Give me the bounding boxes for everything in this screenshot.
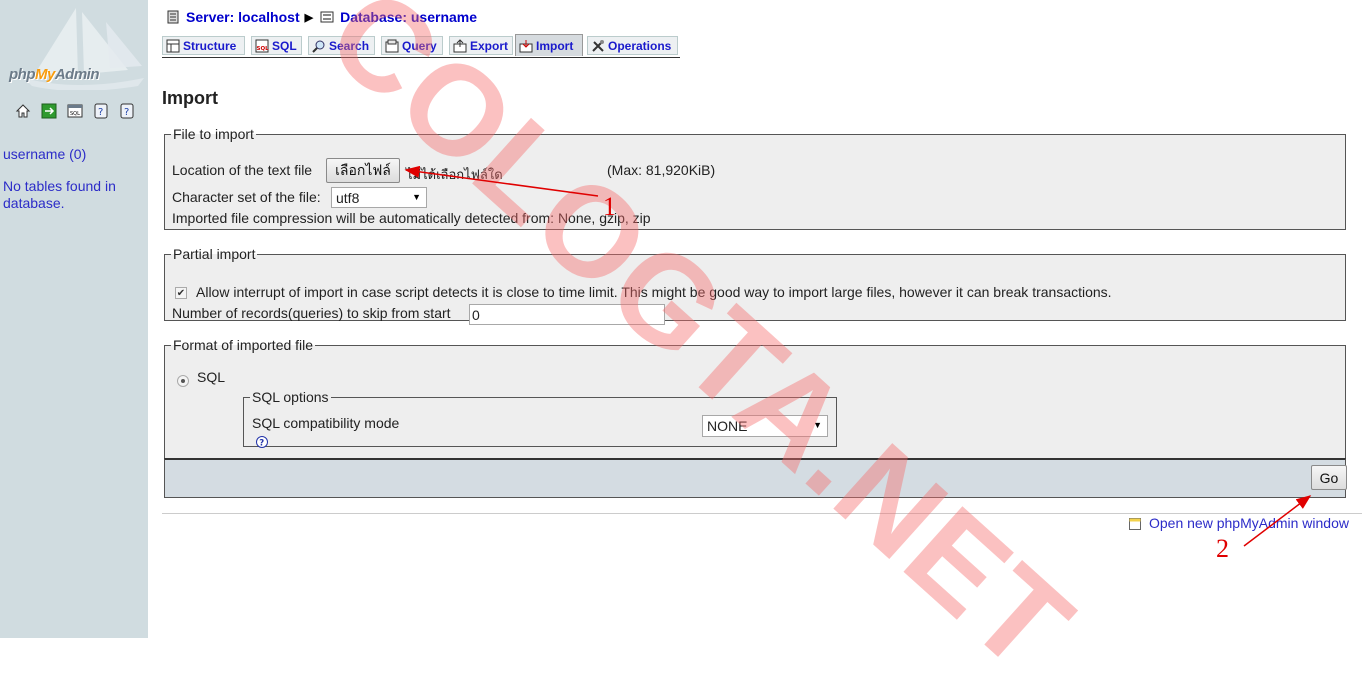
tab-search[interactable]: Search (308, 36, 375, 55)
svg-text:SQL: SQL (257, 46, 270, 52)
compression-note: Imported file compression will be automa… (172, 210, 651, 226)
sql-query-icon[interactable]: SQL (66, 102, 84, 120)
format-fieldset: Format of imported file SQL SQL options … (164, 337, 1346, 459)
main-frame: Server: localhost ▶ Database: username S… (148, 0, 1363, 638)
open-new-window-link[interactable]: Open new phpMyAdmin window (1129, 515, 1349, 531)
sql-options-fieldset: SQL options SQL compatibility mode ? NON… (243, 389, 837, 449)
no-file-selected-text: ไม่ได้เลือกไฟล์ใด (406, 168, 503, 183)
svg-text:?: ? (98, 107, 103, 118)
svg-text:?: ? (124, 107, 129, 118)
radio-dot (181, 379, 185, 383)
tab-query[interactable]: Query (381, 36, 443, 55)
nav-icon-bar: SQL ? ? (14, 102, 136, 120)
documentation-icon[interactable]: ? (92, 102, 110, 120)
compat-mode-label: SQL compatibility mode (252, 415, 400, 431)
skip-records-input[interactable]: 0 (469, 304, 665, 325)
file-to-import-fieldset: File to import Location of the text file… (164, 126, 1346, 230)
home-icon[interactable] (14, 102, 32, 120)
compat-mode-select[interactable]: NONE ▼ (702, 415, 828, 437)
tab-export[interactable]: Export (449, 36, 513, 55)
structure-icon (165, 38, 181, 53)
database-icon (320, 10, 334, 24)
divider (162, 513, 1362, 514)
query-icon (384, 38, 400, 53)
svg-text:SQL: SQL (70, 111, 80, 117)
export-icon (452, 38, 468, 53)
breadcrumb-separator-icon: ▶ (304, 11, 314, 24)
annotation-number-2: 2 (1216, 534, 1229, 563)
svg-text:?: ? (259, 439, 264, 449)
charset-select[interactable]: utf8 ▼ (331, 187, 427, 208)
server-icon (166, 10, 180, 24)
new-window-icon (1129, 517, 1141, 530)
partial-import-fieldset: Partial import ✔ Allow interrupt of impo… (164, 246, 1346, 325)
allow-interrupt-checkbox[interactable]: ✔ (175, 287, 187, 299)
tab-operations[interactable]: Operations (587, 36, 678, 55)
logo-text: phpMyAdmin (9, 66, 100, 83)
tab-bar: Structure SQL SQL Search Query Export Im… (162, 34, 680, 58)
nav-no-tables-message: No tables found in database. (3, 178, 116, 211)
breadcrumb-database[interactable]: Database: username (340, 9, 477, 25)
exit-icon[interactable] (40, 102, 58, 120)
operations-icon (590, 38, 606, 53)
import-icon (518, 38, 534, 53)
sql-format-label: SQL (197, 369, 226, 385)
choose-file-button[interactable]: เลือกไฟล์ (326, 158, 400, 183)
annotation-number-1: 1 (603, 192, 616, 221)
tab-structure[interactable]: Structure (162, 36, 245, 55)
breadcrumb: Server: localhost ▶ Database: username (166, 9, 477, 25)
nav-database-link[interactable]: username (0) (3, 146, 86, 162)
phpmyadmin-logo[interactable]: phpMyAdmin (6, 6, 146, 90)
go-button[interactable]: Go (1311, 465, 1347, 490)
sql-format-radio[interactable] (177, 375, 189, 387)
chevron-down-icon: ▼ (412, 192, 421, 202)
submit-bar: Go (164, 458, 1347, 498)
partial-import-legend: Partial import (173, 246, 256, 262)
max-size-text: (Max: 81,920KiB) (607, 162, 716, 178)
breadcrumb-server[interactable]: Server: localhost (186, 9, 300, 25)
sql-options-legend: SQL options (252, 389, 329, 405)
skip-records-label: Number of records(queries) to skip from … (172, 305, 451, 321)
file-to-import-legend: File to import (173, 126, 254, 142)
chevron-down-icon: ▼ (813, 420, 822, 430)
navigation-frame: phpMyAdmin SQL ? ? username (0) No table… (0, 0, 148, 638)
search-icon (311, 38, 327, 53)
sql-icon: SQL (254, 38, 270, 53)
format-legend: Format of imported file (173, 337, 314, 353)
tab-sql[interactable]: SQL SQL (251, 36, 302, 55)
sql-docs-icon[interactable]: ? (118, 102, 136, 120)
tab-import[interactable]: Import (515, 34, 583, 56)
allow-interrupt-label: Allow interrupt of import in case script… (196, 284, 1112, 300)
location-label: Location of the text file (172, 162, 313, 178)
charset-label: Character set of the file: (172, 189, 321, 205)
help-icon[interactable]: ? (256, 435, 268, 449)
page-title: Import (162, 88, 218, 108)
